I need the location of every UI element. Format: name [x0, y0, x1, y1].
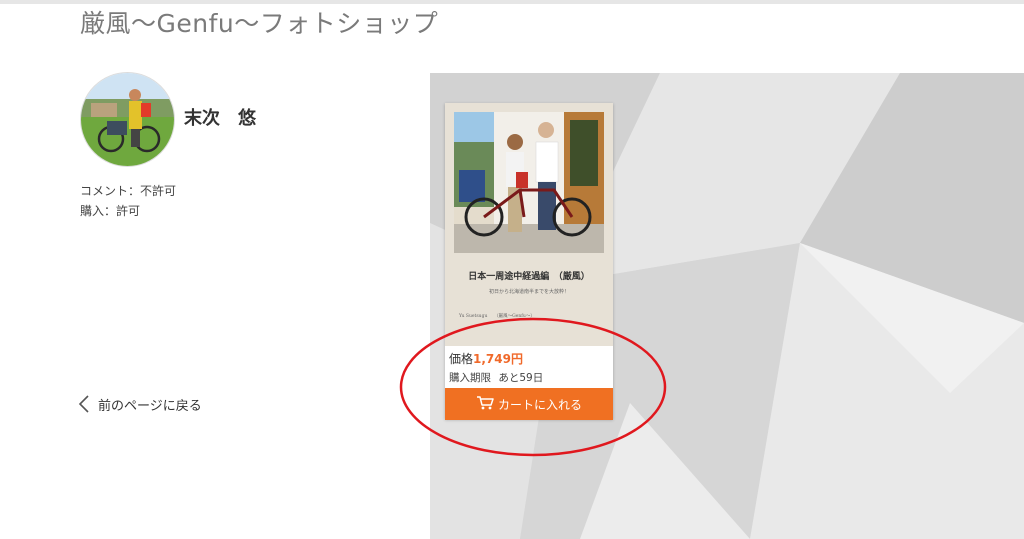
- author-name[interactable]: 末次 悠: [184, 104, 256, 130]
- chevron-left-icon: [78, 394, 90, 414]
- price-row: 価格1,749円: [449, 350, 523, 367]
- cover-subtitle: 初日から北海道南半までを大放粋！: [488, 289, 569, 295]
- cover-author: Yu Suetsugu （厳風〜Genfu〜）: [459, 314, 535, 319]
- purchase-permission: 購入：許可: [80, 204, 141, 218]
- cover-title: 日本一周途中経過編 （厳風）: [468, 272, 590, 282]
- deadline-value: あと59日: [498, 372, 544, 384]
- back-link-label: 前のページに戻る: [98, 398, 202, 414]
- product-card[interactable]: 日本一周途中経過編 （厳風） 初日から北海道南半までを大放粋！ Yu Suets…: [445, 103, 613, 420]
- product-photo: [454, 112, 604, 253]
- price-value: 1,749円: [473, 352, 523, 366]
- deadline-label: 購入期限: [449, 372, 491, 384]
- author-avatar[interactable]: [80, 72, 175, 167]
- back-to-previous-page-link[interactable]: 前のページに戻る: [78, 394, 202, 414]
- product-cover[interactable]: 日本一周途中経過編 （厳風） 初日から北海道南半までを大放粋！ Yu Suets…: [445, 103, 613, 346]
- add-to-cart-label: カートに入れる: [497, 397, 582, 412]
- cart-icon: [476, 395, 494, 413]
- comment-permission: コメント：不許可: [80, 184, 177, 198]
- add-to-cart-button[interactable]: カートに入れる: [445, 388, 613, 420]
- shop-title: 厳風〜Genfu〜フォトショップ: [80, 9, 439, 38]
- purchase-deadline: 購入期限 あと59日: [449, 370, 543, 385]
- price-label: 価格: [449, 352, 474, 366]
